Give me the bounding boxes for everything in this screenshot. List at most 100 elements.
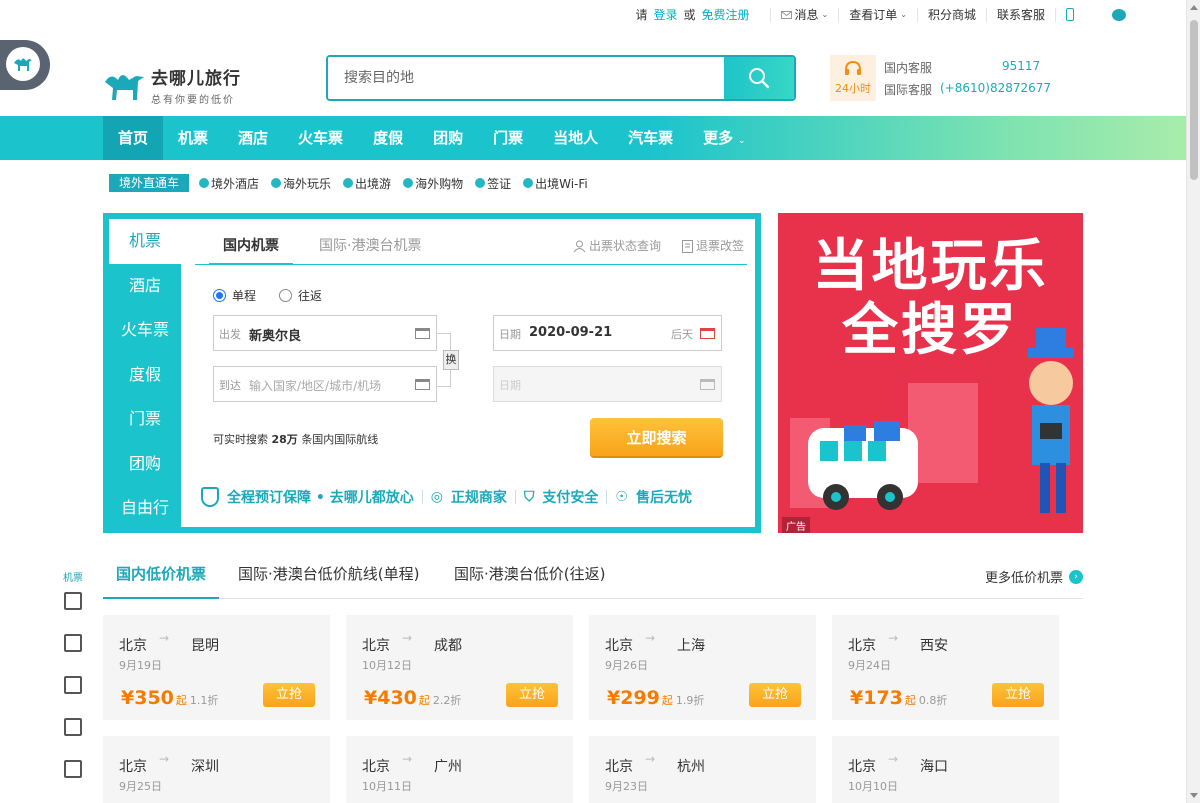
- overseas-tag[interactable]: 境外直通车: [109, 174, 190, 192]
- mobile-link[interactable]: [1055, 7, 1084, 22]
- nav-group-buy[interactable]: 团购: [418, 116, 478, 160]
- nav-flights[interactable]: 机票: [163, 116, 223, 160]
- scroll-thumb[interactable]: [1190, 20, 1198, 180]
- booking-cat-tickets[interactable]: 门票: [109, 397, 181, 442]
- search-button[interactable]: [724, 57, 794, 99]
- return-date-field: 日期: [493, 366, 722, 402]
- ad-banner[interactable]: 当地玩乐 全搜罗 广告: [778, 213, 1083, 533]
- search-flights-button[interactable]: 立即搜索: [590, 418, 723, 458]
- ticket-icon[interactable]: [64, 676, 82, 694]
- booking-cat-hotels[interactable]: 酒店: [109, 264, 181, 309]
- arrow-right-icon: →: [159, 752, 170, 766]
- trip-type-roundtrip[interactable]: 往返: [279, 287, 322, 304]
- arrive-city-field[interactable]: 到达 输入国家/地区/城市/机场: [213, 366, 437, 402]
- booking-cat-trains[interactable]: 火车票: [109, 308, 181, 353]
- price-value: 430: [377, 687, 417, 709]
- depart-city-field[interactable]: 出发 新奥尔良: [213, 315, 437, 351]
- nav-bus[interactable]: 汽车票: [613, 116, 688, 160]
- subnav-outbound-tour[interactable]: 出境游: [343, 175, 391, 192]
- messages-menu[interactable]: 消息 ⌄: [769, 7, 839, 22]
- flight-deal-card[interactable]: 北京 → 昆明 9月19日 ¥350 起 1.1折 立抢: [103, 615, 330, 720]
- login-area: 请 登录 或 免费注册: [635, 6, 749, 23]
- subnav-overseas-shopping[interactable]: 海外购物: [403, 175, 463, 192]
- floating-camel-badge[interactable]: [0, 40, 50, 90]
- booking-cat-group[interactable]: 团购: [109, 442, 181, 487]
- subnav-visa[interactable]: 签证: [475, 175, 511, 192]
- flight-deal-card[interactable]: 北京 → 深圳 9月25日: [103, 736, 330, 803]
- nav-home[interactable]: 首页: [103, 116, 164, 160]
- orders-menu[interactable]: 查看订单 ⌄: [838, 7, 917, 22]
- points-mall-link[interactable]: 积分商城: [916, 7, 986, 22]
- depart-date-field[interactable]: 日期 2020-09-21 后天: [493, 315, 722, 351]
- city-picker-icon[interactable]: [415, 328, 430, 339]
- site-logo[interactable]: 去哪儿旅行 总有你要的低价: [103, 68, 243, 106]
- flight-deal-card[interactable]: 北京 → 杭州 9月23日: [589, 736, 816, 803]
- contact-link[interactable]: 联系客服: [985, 7, 1055, 22]
- more-lowprice-link[interactable]: 更多低价机票 ›: [985, 567, 1083, 586]
- booking-cat-free-travel[interactable]: 自由行: [109, 486, 181, 531]
- ticket-status-link[interactable]: 出票状态查询: [573, 227, 661, 265]
- nav-locals[interactable]: 当地人: [538, 116, 613, 160]
- route: 北京 → 昆明: [119, 631, 219, 655]
- scroll-up-icon[interactable]: [1190, 5, 1198, 10]
- radio-unchecked[interactable]: [279, 289, 292, 302]
- tab-intl-flights[interactable]: 国际·港澳台机票: [319, 227, 421, 265]
- flight-deal-card[interactable]: 北京 → 海口 10月10日: [832, 736, 1059, 803]
- booking-cat-vacation[interactable]: 度假: [109, 353, 181, 398]
- refund-change-link[interactable]: 退票改签: [682, 227, 744, 265]
- guide-icon[interactable]: [64, 760, 82, 778]
- destination-search-input[interactable]: [328, 57, 728, 99]
- trip-type-oneway[interactable]: 单程: [213, 287, 256, 304]
- discount: 1.9折: [675, 694, 705, 707]
- subnav-wifi[interactable]: 出境Wi-Fi: [523, 175, 588, 192]
- nav-hotels[interactable]: 酒店: [223, 116, 283, 160]
- vacation-icon[interactable]: [64, 634, 82, 652]
- wechat-icon[interactable]: [1112, 8, 1126, 21]
- grab-button[interactable]: 立抢: [749, 683, 801, 707]
- grab-button[interactable]: 立抢: [992, 683, 1044, 707]
- destination-search: [326, 55, 796, 101]
- arrow-right-icon: →: [159, 631, 170, 645]
- chevron-down-icon: ⌄: [738, 136, 746, 145]
- grab-button[interactable]: 立抢: [263, 683, 315, 707]
- support-icon: ☉: [615, 489, 628, 505]
- main-nav: 首页 机票 酒店 火车票 度假 团购 门票 当地人 汽车票 更多 ⌄: [0, 116, 1186, 160]
- secure-icon: ⛉: [523, 489, 535, 505]
- register-link[interactable]: 免费注册: [702, 6, 750, 23]
- route-from: 北京: [119, 759, 147, 775]
- verified-icon: ◎: [430, 489, 443, 505]
- nav-tickets[interactable]: 门票: [478, 116, 538, 160]
- rail-flights[interactable]: 机票: [63, 569, 85, 584]
- nav-more[interactable]: 更多 ⌄: [688, 116, 760, 160]
- tab-intl-roundtrip-lowprice[interactable]: 国际·港澳台低价(往返): [454, 555, 605, 599]
- calendar-icon[interactable]: [700, 328, 715, 339]
- radio-checked[interactable]: [213, 289, 226, 302]
- login-link[interactable]: 登录: [653, 6, 677, 23]
- grab-button[interactable]: 立抢: [506, 683, 558, 707]
- nav-vacation[interactable]: 度假: [358, 116, 418, 160]
- nav-trains[interactable]: 火车票: [283, 116, 358, 160]
- lowprice-tabs: 国内低价机票 国际·港澳台低价航线(单程) 国际·港澳台低价(往返) 更多低价机…: [103, 555, 1083, 599]
- city-picker-icon[interactable]: [415, 379, 430, 390]
- tab-domestic-flights[interactable]: 国内机票: [209, 227, 293, 265]
- guarantee-aftersales: 售后无忧: [635, 490, 692, 506]
- booking-cat-flights[interactable]: 机票: [109, 219, 181, 264]
- swap-cities-button[interactable]: 换: [443, 350, 459, 370]
- flight-deal-card[interactable]: 北京 → 成都 10月12日 ¥430 起 2.2折 立抢: [346, 615, 573, 720]
- subnav-overseas-fun[interactable]: 海外玩乐: [271, 175, 331, 192]
- tab-intl-oneway-lowprice[interactable]: 国际·港澳台低价航线(单程): [238, 555, 419, 599]
- subnav-overseas-hotel[interactable]: 境外酒店: [199, 175, 259, 192]
- tab-domestic-lowprice[interactable]: 国内低价机票: [103, 555, 220, 599]
- flight-deal-card[interactable]: 北京 → 西安 9月24日 ¥173 起 0.8折 立抢: [832, 615, 1059, 720]
- flight-deal-card[interactable]: 北京 → 上海 9月26日 ¥299 起 1.9折 立抢: [589, 615, 816, 720]
- page-scrollbar[interactable]: [1186, 0, 1200, 803]
- price-value: 299: [620, 687, 660, 709]
- flight-deal-card[interactable]: 北京 → 广州 10月11日: [346, 736, 573, 803]
- scroll-down-icon[interactable]: [1190, 793, 1198, 798]
- hotel-icon[interactable]: [64, 592, 82, 610]
- arrow-right-icon: →: [645, 752, 656, 766]
- service-24h-text: 24小时: [835, 82, 871, 95]
- book-icon[interactable]: [64, 718, 82, 736]
- route: 北京 → 深圳: [119, 752, 219, 776]
- price-qi: 起: [661, 694, 673, 707]
